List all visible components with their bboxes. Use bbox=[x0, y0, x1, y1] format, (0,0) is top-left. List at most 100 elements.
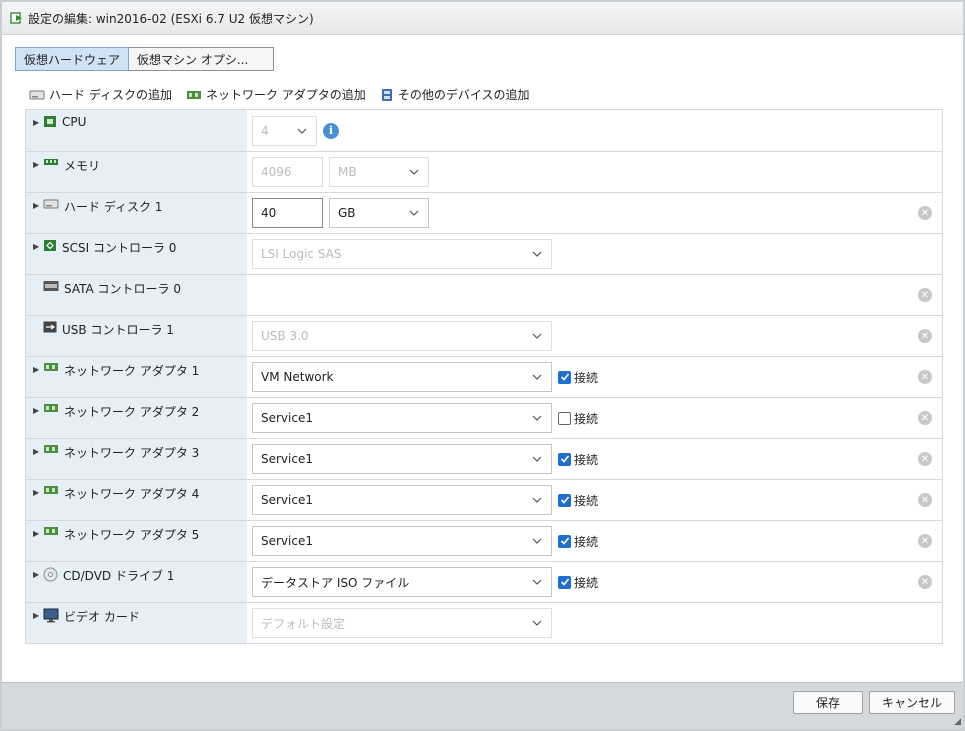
row-label-hard-disk[interactable]: ▶ ハード ディスク 1 bbox=[26, 193, 247, 233]
cpu-count-select[interactable]: 4 bbox=[252, 115, 317, 146]
row-label-memory[interactable]: ▶ メモリ bbox=[26, 152, 247, 192]
video-card-setting-select[interactable]: デフォルト設定 bbox=[252, 608, 552, 638]
info-icon[interactable]: i bbox=[323, 122, 339, 139]
network-adapter-2-select[interactable]: Service1 bbox=[252, 403, 552, 433]
network-adapter-1-connect-checkbox[interactable]: 接続 bbox=[558, 369, 598, 386]
checkbox-checked-icon[interactable] bbox=[558, 534, 571, 548]
usb-label: USB コントローラ 1 bbox=[62, 323, 174, 337]
disk-unit-select[interactable]: GB bbox=[329, 198, 429, 228]
hardware-row-scsi: ▶ SCSI コントローラ 0 LSI Logic SAS bbox=[26, 233, 942, 274]
checkbox-unchecked-icon[interactable] bbox=[558, 411, 571, 425]
checkbox-checked-icon[interactable] bbox=[558, 493, 571, 507]
row-label-cpu[interactable]: ▶ CPU bbox=[26, 110, 247, 151]
remove-device-icon[interactable]: ✕ bbox=[918, 575, 932, 589]
hardware-row-network-adapter-5: ▶ ネットワーク アダプタ 5 Service1 接続 ✕ bbox=[26, 520, 942, 561]
cd-dvd-label: CD/DVD ドライブ 1 bbox=[63, 569, 175, 583]
cancel-button[interactable]: キャンセル bbox=[869, 691, 955, 714]
remove-device-icon[interactable]: ✕ bbox=[918, 534, 932, 548]
network-adapter-1-label: ネットワーク アダプタ 1 bbox=[64, 364, 200, 378]
remove-device-icon[interactable]: ✕ bbox=[918, 493, 932, 507]
checkbox-checked-icon[interactable] bbox=[558, 370, 571, 384]
expand-caret-icon[interactable]: ▶ bbox=[33, 488, 43, 497]
disk-size-input[interactable]: 40 bbox=[252, 198, 323, 228]
memory-unit-select[interactable]: MB bbox=[329, 157, 429, 187]
cd-dvd-connect-checkbox[interactable]: 接続 bbox=[558, 574, 598, 591]
row-label-network-adapter-4[interactable]: ▶ ネットワーク アダプタ 4 bbox=[26, 480, 247, 520]
tab-vm-options[interactable]: 仮想マシン オプシ... bbox=[129, 47, 275, 71]
memory-size-input[interactable]: 4096 bbox=[252, 157, 323, 187]
network-adapter-2-label: ネットワーク アダプタ 2 bbox=[64, 405, 200, 419]
scsi-label: SCSI コントローラ 0 bbox=[62, 241, 177, 255]
network-adapter-3-connect-checkbox[interactable]: 接続 bbox=[558, 451, 598, 468]
monitor-icon bbox=[43, 608, 59, 623]
tab-virtual-hardware[interactable]: 仮想ハードウェア bbox=[15, 47, 130, 71]
network-adapter-3-select[interactable]: Service1 bbox=[252, 444, 552, 474]
row-label-sata: ▶ SATA コントローラ 0 bbox=[26, 275, 247, 315]
sata-controller-icon bbox=[43, 281, 59, 291]
expand-caret-icon[interactable]: ▶ bbox=[33, 529, 43, 538]
remove-device-icon[interactable]: ✕ bbox=[918, 370, 932, 384]
row-label-network-adapter-5[interactable]: ▶ ネットワーク アダプタ 5 bbox=[26, 521, 247, 561]
expand-caret-icon[interactable]: ▶ bbox=[33, 365, 43, 374]
vm-edit-icon bbox=[10, 12, 22, 24]
row-label-video-card[interactable]: ▶ ビデオ カード bbox=[26, 603, 247, 643]
chevron-down-icon bbox=[532, 497, 542, 503]
add-network-adapter-label: ネットワーク アダプタの追加 bbox=[205, 88, 366, 102]
dialog-footer: 保存 キャンセル ◢ bbox=[2, 682, 963, 729]
hardware-table: ▶ CPU 4 i ▶ メモリ 4096 MB ▶ ハード ディスク 1 40 … bbox=[25, 109, 943, 644]
network-card-icon bbox=[44, 404, 58, 412]
remove-device-icon[interactable]: ✕ bbox=[918, 288, 932, 302]
expand-caret-icon[interactable]: ▶ bbox=[33, 406, 43, 415]
tab-bar: 仮想ハードウェア 仮想マシン オプシ... bbox=[15, 47, 275, 71]
expand-caret-icon[interactable]: ▶ bbox=[33, 160, 43, 169]
network-adapter-5-connect-checkbox[interactable]: 接続 bbox=[558, 533, 598, 550]
hardware-row-video-card: ▶ ビデオ カード デフォルト設定 bbox=[26, 602, 942, 643]
other-device-icon bbox=[381, 88, 392, 101]
network-adapter-1-select[interactable]: VM Network bbox=[252, 362, 552, 392]
network-card-icon bbox=[186, 90, 201, 99]
add-other-device-button[interactable]: その他のデバイスの追加 bbox=[380, 86, 530, 103]
edit-settings-dialog: 設定の編集: win2016-02 (ESXi 6.7 U2 仮想マシン) 仮想… bbox=[0, 0, 965, 731]
expand-caret-icon[interactable]: ▶ bbox=[33, 447, 43, 456]
checkbox-checked-icon[interactable] bbox=[558, 575, 571, 589]
row-label-cd-dvd[interactable]: ▶ CD/DVD ドライブ 1 bbox=[26, 562, 247, 602]
row-label-network-adapter-3[interactable]: ▶ ネットワーク アダプタ 3 bbox=[26, 439, 247, 479]
hardware-row-cd-dvd: ▶ CD/DVD ドライブ 1 データストア ISO ファイル 接続 ✕ bbox=[26, 561, 942, 602]
chevron-down-icon bbox=[532, 579, 542, 585]
row-label-scsi[interactable]: ▶ SCSI コントローラ 0 bbox=[26, 234, 247, 274]
network-adapter-2-connect-checkbox[interactable]: 接続 bbox=[558, 410, 598, 427]
scsi-type-select[interactable]: LSI Logic SAS bbox=[252, 239, 552, 269]
scsi-controller-icon bbox=[44, 240, 56, 251]
hardware-row-memory: ▶ メモリ 4096 MB bbox=[26, 151, 942, 192]
add-other-device-label: その他のデバイスの追加 bbox=[397, 88, 530, 102]
expand-caret-icon[interactable]: ▶ bbox=[33, 201, 43, 210]
save-button[interactable]: 保存 bbox=[793, 691, 863, 714]
resize-grip-icon[interactable]: ◢ bbox=[954, 717, 961, 727]
chevron-down-icon bbox=[409, 210, 419, 216]
row-label-network-adapter-2[interactable]: ▶ ネットワーク アダプタ 2 bbox=[26, 398, 247, 438]
sata-label: SATA コントローラ 0 bbox=[64, 282, 181, 296]
add-device-toolbar: ハード ディスクの追加 ネットワーク アダプタの追加 その他のデバイスの追加 bbox=[29, 86, 543, 103]
add-hard-disk-button[interactable]: ハード ディスクの追加 bbox=[29, 86, 172, 103]
expand-caret-icon[interactable]: ▶ bbox=[33, 570, 43, 579]
network-adapter-5-select[interactable]: Service1 bbox=[252, 526, 552, 556]
expand-caret-icon[interactable]: ▶ bbox=[33, 118, 43, 127]
add-network-adapter-button[interactable]: ネットワーク アダプタの追加 bbox=[186, 86, 366, 103]
network-card-icon bbox=[44, 445, 58, 453]
checkbox-checked-icon[interactable] bbox=[558, 452, 571, 466]
network-adapter-5-label: ネットワーク アダプタ 5 bbox=[64, 528, 200, 542]
remove-device-icon[interactable]: ✕ bbox=[918, 452, 932, 466]
chevron-down-icon bbox=[532, 456, 542, 462]
cpu-icon bbox=[44, 116, 56, 127]
remove-device-icon[interactable]: ✕ bbox=[918, 411, 932, 425]
network-adapter-4-connect-checkbox[interactable]: 接続 bbox=[558, 492, 598, 509]
remove-device-icon[interactable]: ✕ bbox=[918, 329, 932, 343]
cd-dvd-source-select[interactable]: データストア ISO ファイル bbox=[252, 567, 552, 597]
usb-type-select[interactable]: USB 3.0 bbox=[252, 321, 552, 351]
expand-caret-icon[interactable]: ▶ bbox=[33, 242, 43, 251]
remove-device-icon[interactable]: ✕ bbox=[918, 206, 932, 220]
row-label-network-adapter-1[interactable]: ▶ ネットワーク アダプタ 1 bbox=[26, 357, 247, 397]
hard-disk-label: ハード ディスク 1 bbox=[64, 200, 163, 214]
network-adapter-4-select[interactable]: Service1 bbox=[252, 485, 552, 515]
expand-caret-icon[interactable]: ▶ bbox=[33, 611, 43, 620]
